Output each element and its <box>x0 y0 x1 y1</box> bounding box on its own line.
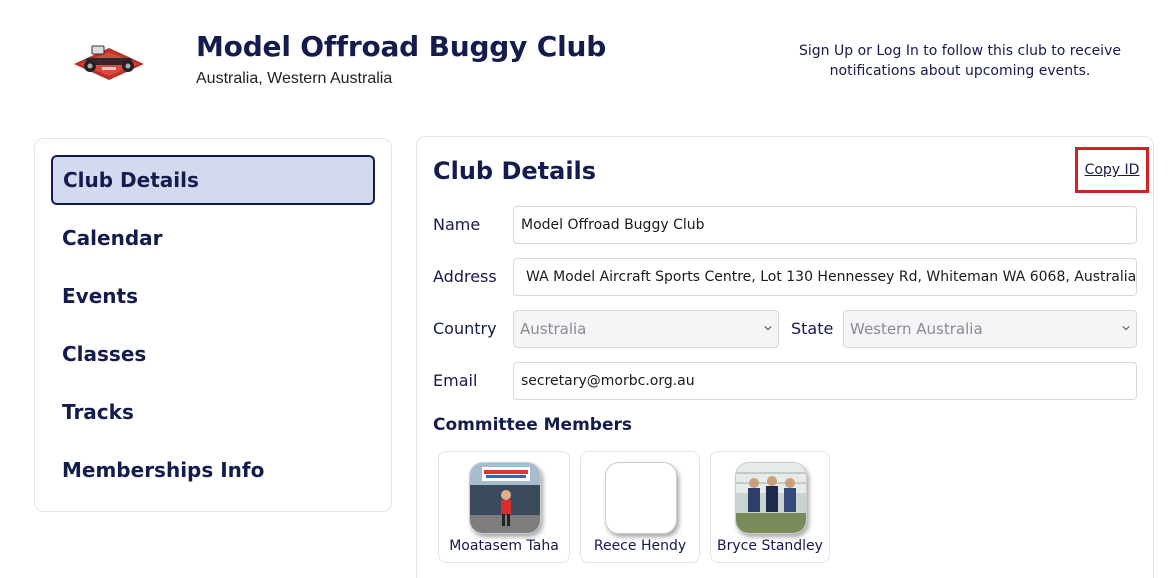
member-avatar <box>735 462 807 534</box>
sidebar-item-club-details[interactable]: Club Details <box>51 155 375 205</box>
member-avatar <box>469 462 541 534</box>
address-field[interactable]: WA Model Aircraft Sports Centre, Lot 130… <box>513 258 1137 296</box>
member-card[interactable]: Moatasem Taha <box>438 451 570 563</box>
email-label: Email <box>433 371 478 390</box>
chevron-down-icon <box>764 325 772 331</box>
club-logo <box>72 40 146 82</box>
member-name: Moatasem Taha <box>449 538 559 554</box>
country-select-value: Australia <box>520 320 587 338</box>
member-name: Reece Hendy <box>593 538 687 554</box>
sidebar-item-events[interactable]: Events <box>51 271 375 321</box>
copy-id-link[interactable]: Copy ID <box>1075 147 1149 193</box>
state-label: State <box>791 319 834 338</box>
chevron-down-icon <box>1122 325 1130 331</box>
address-label: Address <box>433 267 497 286</box>
member-name: Bryce Standley <box>717 538 823 554</box>
follow-note: Sign Up or Log In to follow this club to… <box>799 43 1121 79</box>
club-details-panel: Club Details Copy ID Name Model Offroad … <box>416 136 1154 578</box>
member-card[interactable]: Bryce Standley <box>710 451 830 563</box>
club-title: Model Offroad Buggy Club <box>196 30 607 63</box>
name-label: Name <box>433 215 481 234</box>
country-select[interactable]: Australia <box>513 310 779 348</box>
sidebar-item-memberships-info[interactable]: Memberships Info <box>51 445 375 495</box>
sidebar-nav: Club Details Calendar Events Classes Tra… <box>34 138 392 512</box>
panel-title: Club Details <box>433 157 597 185</box>
email-field[interactable]: secretary@morbc.org.au <box>513 362 1137 400</box>
club-location: Australia, Western Australia <box>196 70 393 87</box>
name-field[interactable]: Model Offroad Buggy Club <box>513 206 1137 244</box>
member-card[interactable]: Reece Hendy <box>580 451 700 563</box>
member-avatar <box>605 462 677 534</box>
country-label: Country <box>433 319 497 338</box>
sidebar-item-classes[interactable]: Classes <box>51 329 375 379</box>
sidebar-item-tracks[interactable]: Tracks <box>51 387 375 437</box>
sidebar-item-calendar[interactable]: Calendar <box>51 213 375 263</box>
state-select[interactable]: Western Australia <box>843 310 1137 348</box>
state-select-value: Western Australia <box>850 320 983 338</box>
committee-members-title: Committee Members <box>433 415 633 435</box>
